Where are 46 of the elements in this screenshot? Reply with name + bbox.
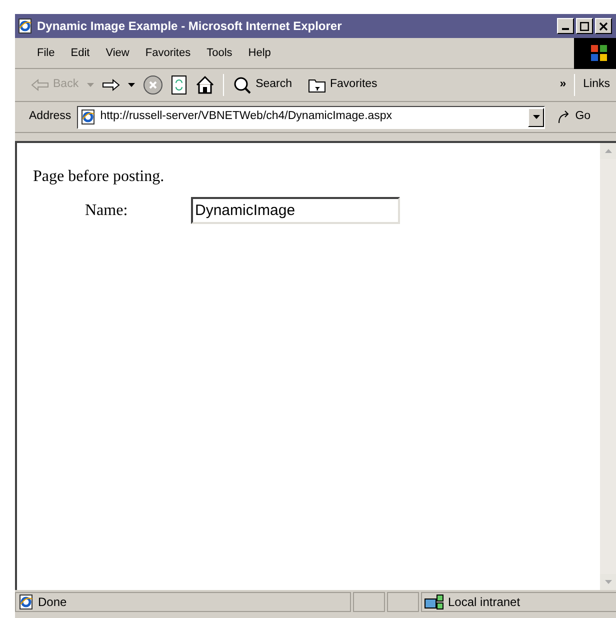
menu-item[interactable]: Help bbox=[240, 44, 279, 62]
menu-item[interactable]: File bbox=[29, 44, 63, 62]
down-arrow-icon bbox=[604, 580, 612, 584]
links-button[interactable]: Links bbox=[583, 76, 616, 94]
dropdown-caret-icon bbox=[532, 115, 540, 119]
zone-text: Local intranet bbox=[448, 594, 520, 611]
ie-status-icon bbox=[18, 594, 34, 610]
minimize-button[interactable] bbox=[557, 18, 574, 34]
maximize-icon bbox=[580, 22, 589, 30]
dropdown-button[interactable] bbox=[528, 108, 544, 126]
ie-window-icon bbox=[17, 18, 33, 34]
search-icon bbox=[232, 75, 252, 95]
address-url: http://russell-server/VBNETWeb/ch4/DynamicImage.aspx bbox=[100, 109, 392, 124]
network-computer-icon bbox=[424, 593, 444, 611]
back-arrow-icon bbox=[31, 79, 49, 91]
name-field[interactable]: DynamicImage bbox=[191, 197, 400, 224]
refresh-icon[interactable] bbox=[170, 75, 187, 95]
menu-item[interactable]: View bbox=[98, 44, 138, 62]
go-arrow-icon bbox=[557, 110, 572, 124]
stop-icon[interactable] bbox=[142, 75, 163, 95]
address-field[interactable]: http://russell-server/VBNETWeb/ch4/DynamicImage.aspx bbox=[77, 106, 546, 128]
go-button[interactable]: Go bbox=[557, 108, 591, 126]
minimize-icon bbox=[561, 28, 570, 30]
dropdown-caret-icon bbox=[86, 83, 94, 87]
close-button[interactable] bbox=[595, 18, 612, 34]
close-icon bbox=[599, 22, 608, 30]
menu-item[interactable]: Tools bbox=[198, 44, 240, 62]
ie-page-icon bbox=[80, 109, 96, 125]
forward-arrow-icon[interactable] bbox=[102, 79, 120, 91]
home-icon[interactable] bbox=[194, 75, 215, 95]
favorites-button[interactable]: Favorites bbox=[308, 76, 378, 94]
dropdown-caret-icon[interactable] bbox=[128, 83, 135, 87]
page-heading: Page before posting. bbox=[33, 167, 166, 187]
status-panel bbox=[387, 592, 419, 612]
search-button[interactable]: Search bbox=[232, 75, 292, 95]
status-panel bbox=[353, 592, 385, 612]
windows-logo-icon bbox=[590, 44, 608, 62]
field-label: Name: bbox=[85, 200, 129, 220]
menu-item[interactable]: Edit bbox=[62, 44, 98, 62]
up-arrow-icon bbox=[604, 149, 612, 153]
address-label: Address bbox=[29, 109, 72, 124]
menu-item[interactable]: Favorites bbox=[137, 44, 199, 62]
maximize-button[interactable] bbox=[576, 18, 593, 34]
toolbar-chevron[interactable]: » bbox=[560, 76, 566, 94]
window-title: Dynamic Image Example - Microsoft Internet Explorer bbox=[37, 18, 342, 35]
status-text: Done bbox=[38, 594, 67, 611]
